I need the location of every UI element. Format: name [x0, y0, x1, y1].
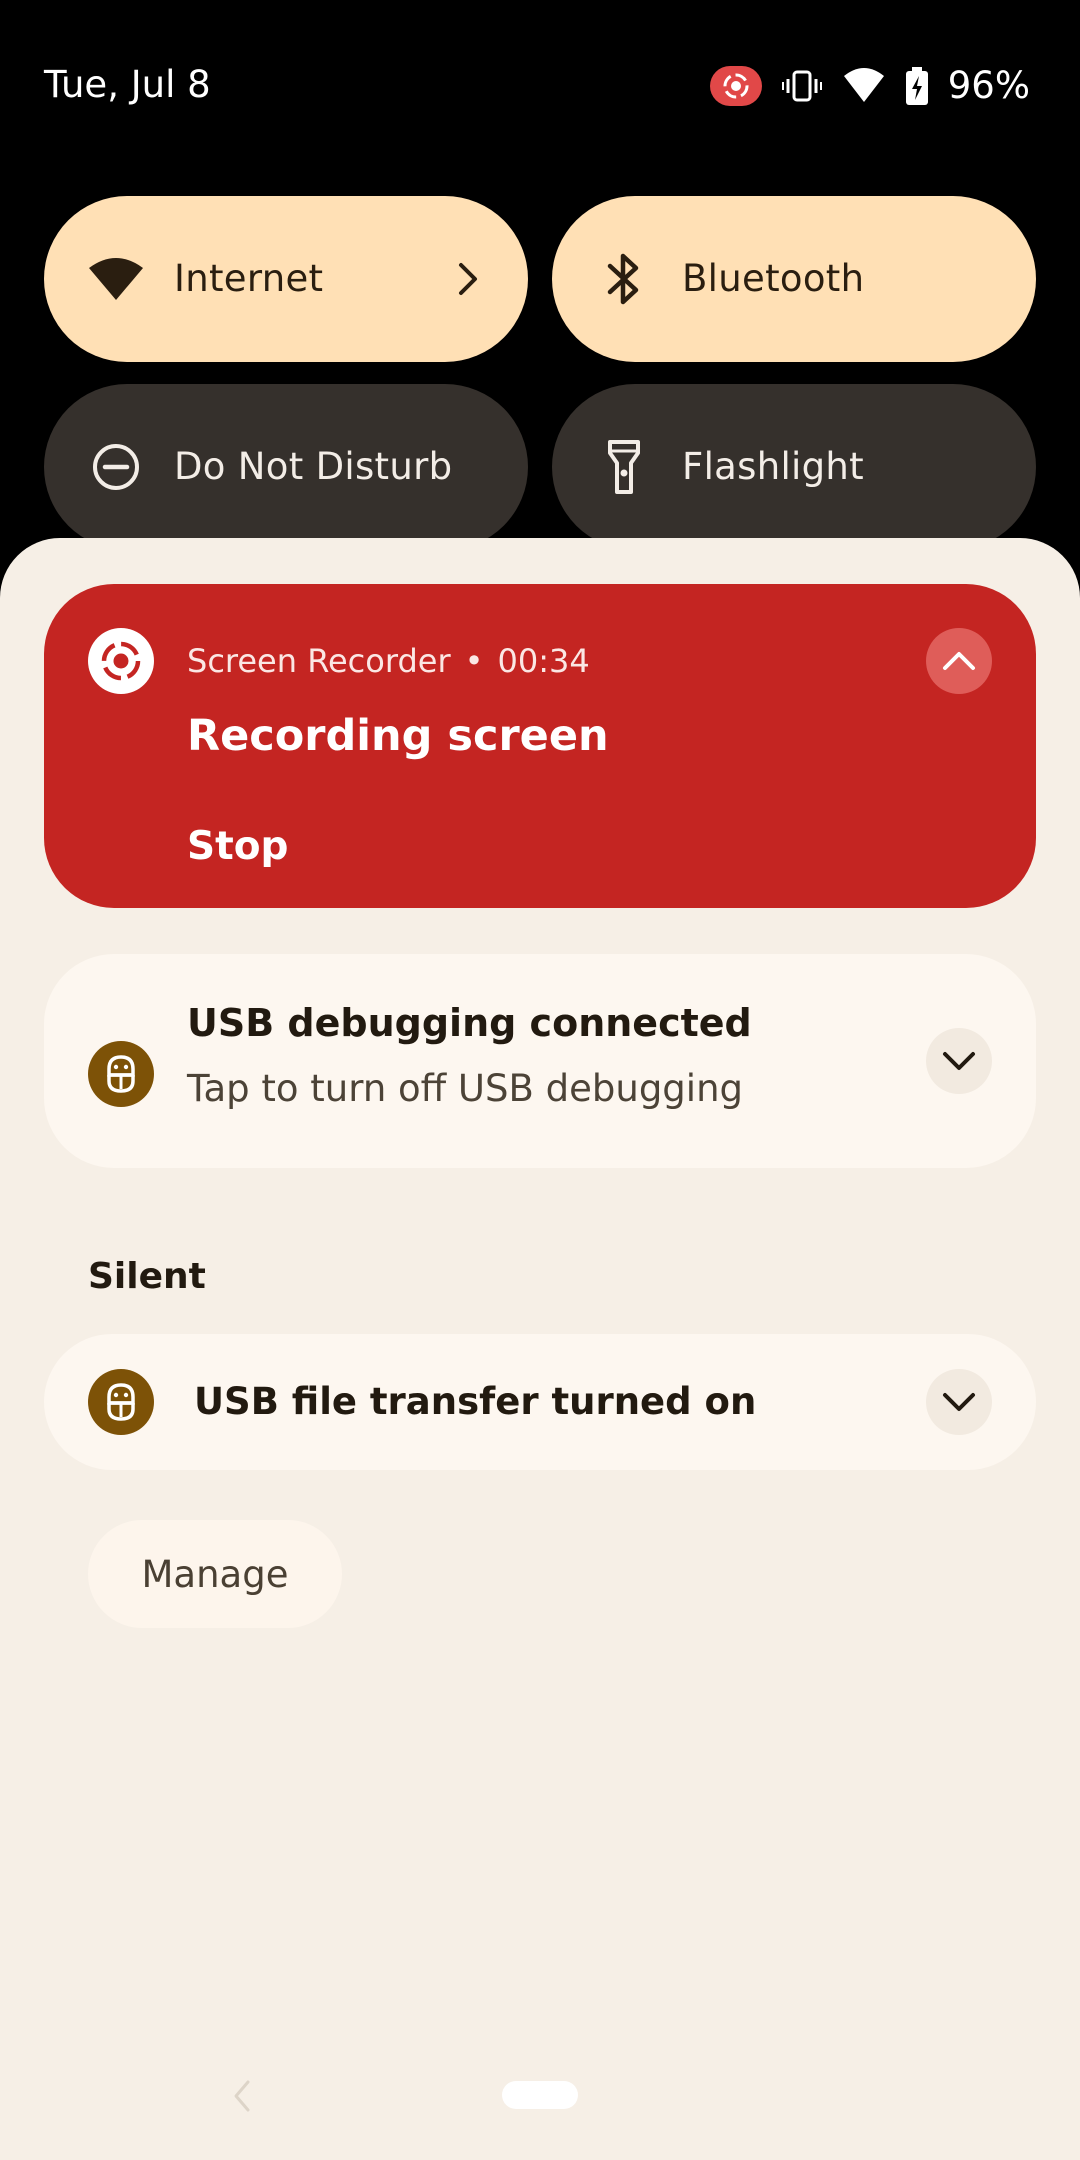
silent-section-header: Silent: [88, 1256, 206, 1297]
status-date: Tue, Jul 8: [44, 63, 211, 106]
chevron-down-icon: [943, 1393, 975, 1411]
stop-recording-button[interactable]: Stop: [187, 820, 288, 874]
chevron-up-icon: [943, 652, 975, 670]
chevron-right-icon: [448, 259, 488, 299]
nav-back-icon[interactable]: [226, 2076, 256, 2116]
notification-title: Recording screen: [187, 711, 609, 761]
vibrate-icon: [780, 64, 824, 108]
notification-app-name: Screen Recorder: [187, 642, 451, 680]
android-system-icon: [88, 1041, 154, 1107]
qs-tile-label: Internet: [174, 257, 324, 300]
qs-tile-bluetooth[interactable]: Bluetooth: [552, 196, 1036, 362]
battery-charging-icon: [904, 64, 930, 108]
screen-recorder-app-icon: [88, 628, 154, 694]
expand-button[interactable]: [926, 1028, 992, 1094]
notification-title: USB file transfer turned on: [194, 1380, 757, 1423]
notification-title: USB debugging connected: [187, 1001, 752, 1045]
flashlight-icon: [592, 435, 656, 499]
usb-file-transfer-notification[interactable]: USB file transfer turned on: [44, 1334, 1036, 1470]
chevron-down-icon: [943, 1052, 975, 1070]
collapse-button[interactable]: [926, 628, 992, 694]
wifi-icon: [84, 247, 148, 311]
battery-percentage: 96%: [947, 64, 1030, 107]
qs-tile-flashlight[interactable]: Flashlight: [552, 384, 1036, 550]
wifi-icon: [842, 64, 886, 108]
header-separator: •: [464, 642, 484, 680]
bluetooth-icon: [592, 247, 656, 311]
notification-text: Tap to turn off USB debugging: [187, 1067, 744, 1110]
qs-tile-internet[interactable]: Internet: [44, 196, 528, 362]
notification-time: 00:34: [497, 642, 590, 680]
screen-record-indicator-icon: [709, 66, 762, 106]
status-icons: 96%: [709, 60, 1030, 112]
qs-tile-label: Bluetooth: [682, 257, 865, 300]
android-notification-shade: Tue, Jul 8 96% Internet Bluetooth Do Not…: [0, 0, 1080, 2160]
expand-button[interactable]: [926, 1369, 992, 1435]
notification-header: Screen Recorder • 00:34: [187, 636, 590, 686]
nav-home-handle[interactable]: [502, 2081, 578, 2109]
screen-recorder-notification[interactable]: Screen Recorder • 00:34 Recording screen…: [44, 584, 1036, 908]
qs-tile-label: Do Not Disturb: [174, 445, 453, 488]
usb-debugging-notification[interactable]: USB debugging connected Tap to turn off …: [44, 954, 1036, 1168]
android-system-icon: [88, 1369, 154, 1435]
do-not-disturb-icon: [84, 435, 148, 499]
qs-tile-do-not-disturb[interactable]: Do Not Disturb: [44, 384, 528, 550]
qs-tile-label: Flashlight: [682, 445, 864, 488]
manage-notifications-button[interactable]: Manage: [88, 1520, 342, 1628]
